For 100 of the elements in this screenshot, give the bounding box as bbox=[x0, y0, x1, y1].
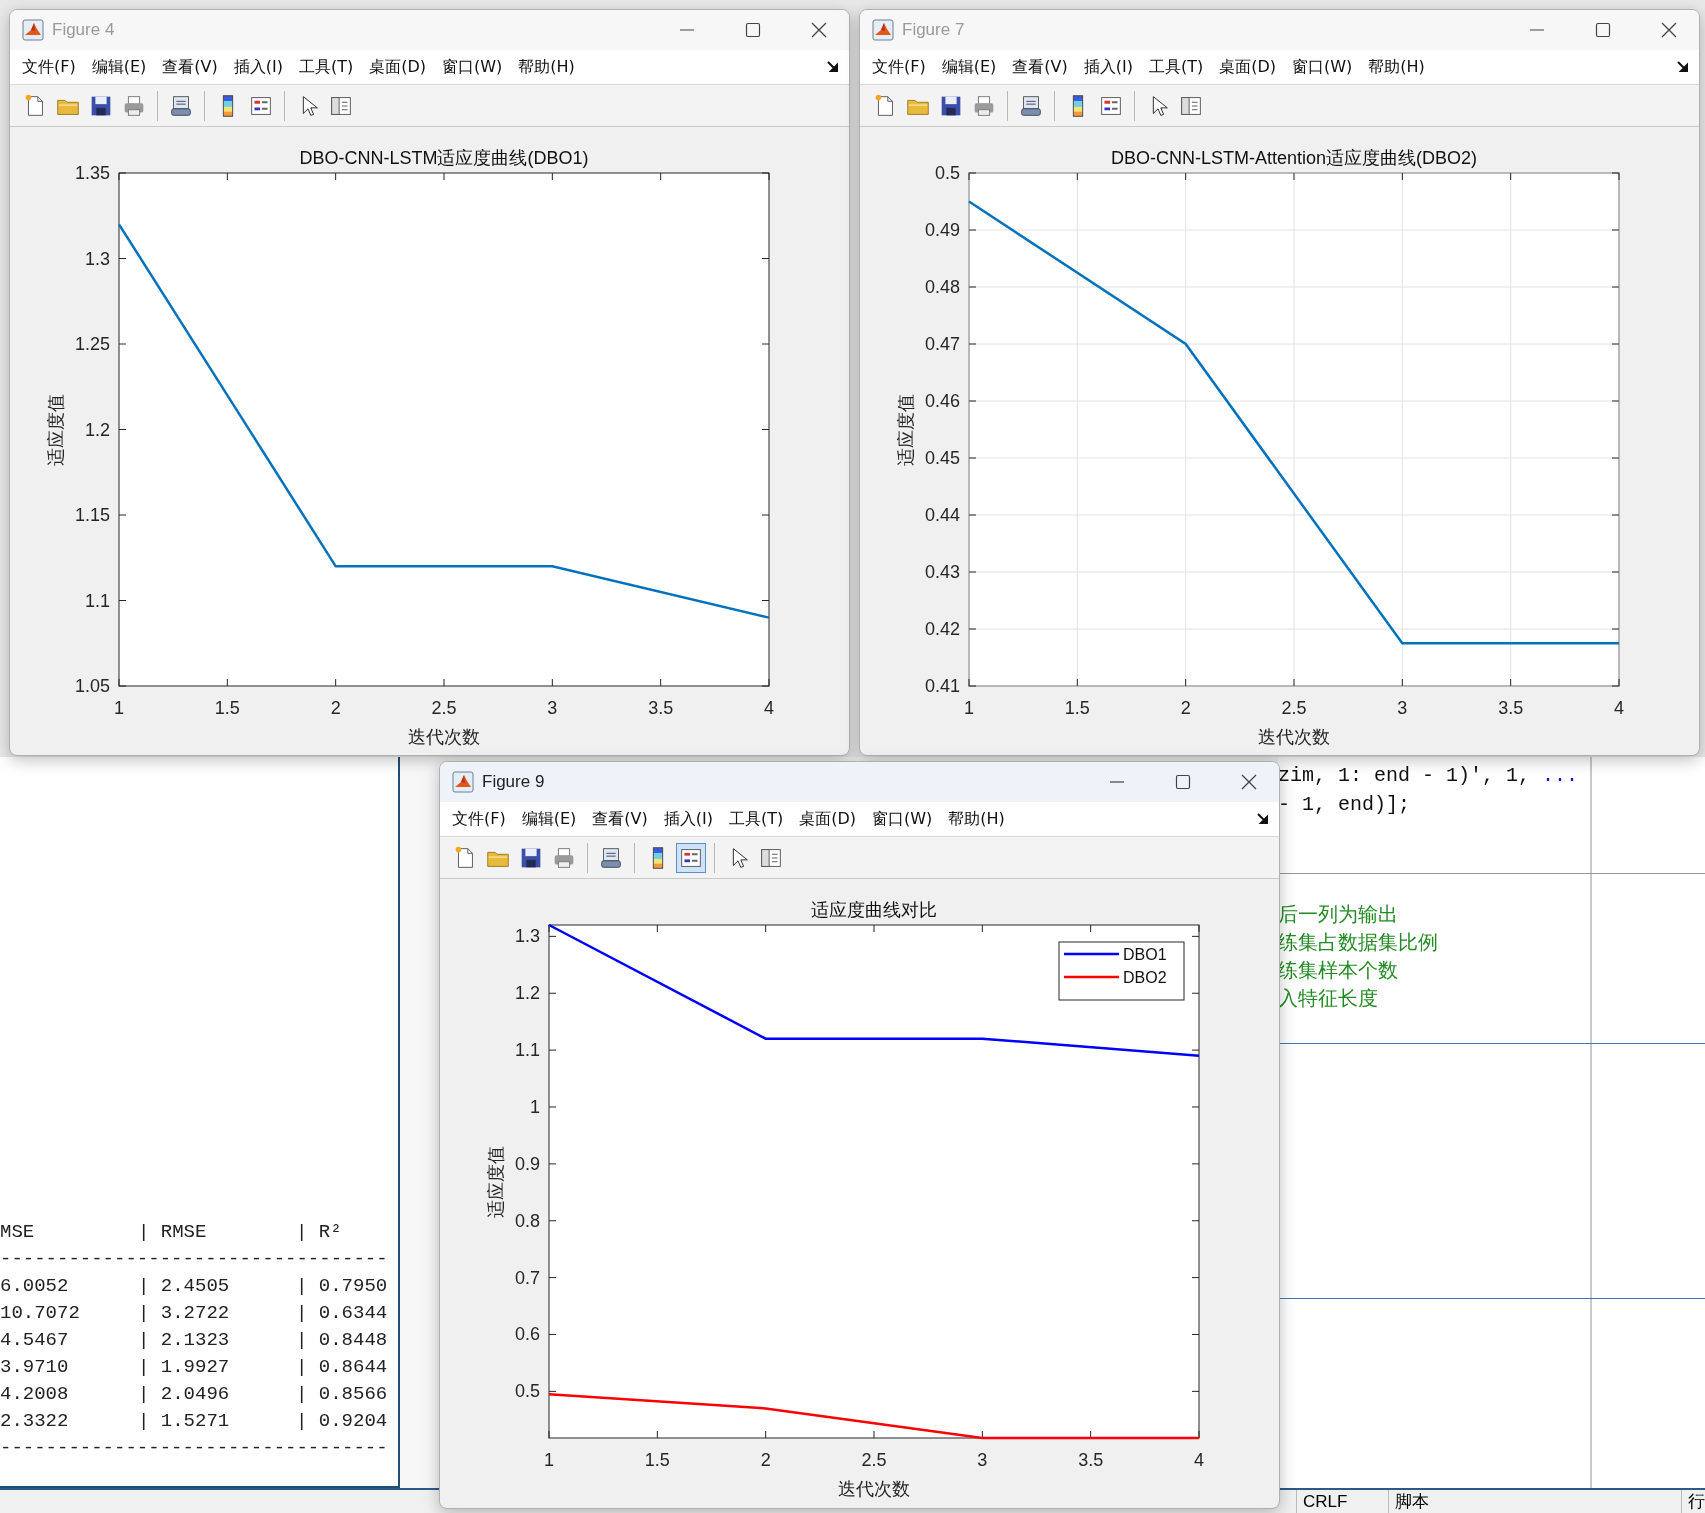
close-icon[interactable] bbox=[1241, 774, 1257, 790]
tick-label: 1.2 bbox=[84, 419, 110, 440]
tick-label: 1 bbox=[114, 698, 124, 718]
tick-label: 0.46 bbox=[924, 391, 960, 411]
tick-label: 0.5 bbox=[934, 163, 960, 183]
menu-item[interactable]: 窗口(W) bbox=[436, 54, 509, 80]
menu-item[interactable]: 编辑(E) bbox=[85, 54, 153, 80]
window-title: Figure 9 bbox=[482, 772, 545, 792]
table-cell-text: | 0.6344 bbox=[296, 1301, 388, 1326]
menu-item[interactable]: 文件(F) bbox=[16, 54, 82, 80]
chart-title: DBO-CNN-LSTM-Attention适应度曲线(DBO2) bbox=[1111, 148, 1477, 168]
tick-label: 3.5 bbox=[1078, 1450, 1104, 1470]
app-icon bbox=[452, 771, 474, 793]
window-title: Figure 4 bbox=[52, 20, 115, 40]
tick-label: 0.8 bbox=[514, 1210, 540, 1231]
tick-label: 4 bbox=[764, 698, 774, 718]
maximize-icon[interactable] bbox=[1595, 22, 1611, 38]
tick-label: 2.5 bbox=[861, 1450, 887, 1470]
column-header: | RMSE bbox=[138, 1220, 207, 1245]
menu-item[interactable]: 插入(I) bbox=[227, 54, 289, 80]
dock-icon[interactable] bbox=[827, 61, 839, 73]
tick-label: 3.5 bbox=[648, 698, 674, 718]
table-cell-text: | 3.2722 bbox=[138, 1301, 230, 1326]
tick-label: 1.5 bbox=[1064, 698, 1090, 718]
separator-line: ---------------------------------- bbox=[0, 1436, 388, 1461]
tick-label: 0.9 bbox=[514, 1153, 540, 1174]
table-cell-text: | 0.9204 bbox=[296, 1409, 388, 1434]
dock-icon[interactable] bbox=[1677, 61, 1689, 73]
column-header: | R² bbox=[296, 1220, 342, 1245]
legend-label: DBO1 bbox=[1123, 945, 1167, 963]
menu-item[interactable]: 查看(V) bbox=[1006, 54, 1074, 80]
menu-item[interactable]: 桌面(D) bbox=[1213, 54, 1282, 80]
code-comment: 后一列为输出 bbox=[1278, 902, 1399, 927]
chart-title: DBO-CNN-LSTM适应度曲线(DBO1) bbox=[299, 148, 589, 168]
tick-label: 1.5 bbox=[214, 698, 240, 718]
tick-label: 0.7 bbox=[514, 1267, 540, 1288]
app-icon bbox=[872, 19, 894, 41]
menu-item[interactable]: 窗口(W) bbox=[1286, 54, 1359, 80]
menu-item[interactable]: 帮助(H) bbox=[942, 806, 1011, 832]
menu-item[interactable]: 工具(T) bbox=[722, 806, 790, 832]
tick-label: 3 bbox=[977, 1450, 988, 1470]
code-text: zim, 1: end - 1)', 1, bbox=[1278, 763, 1531, 789]
separator-line: ---------------------------------- bbox=[0, 1247, 388, 1272]
close-icon[interactable] bbox=[811, 22, 827, 38]
code-text: - 1, end)]; bbox=[1278, 792, 1411, 818]
axis-label: 适应度值 bbox=[44, 393, 66, 466]
tick-label: 1.2 bbox=[514, 983, 540, 1004]
menu-item[interactable]: 工具(T) bbox=[1142, 54, 1210, 80]
tick-label: 1.3 bbox=[84, 248, 110, 269]
table-cell-text: | 0.8644 bbox=[296, 1355, 388, 1380]
legend-icon[interactable] bbox=[676, 842, 706, 873]
axis-label: 适应度值 bbox=[485, 1145, 506, 1218]
window-title: Figure 7 bbox=[902, 20, 965, 40]
table-cell-text: 10.7072 bbox=[0, 1301, 80, 1326]
menu-item[interactable]: 插入(I) bbox=[1077, 54, 1139, 80]
maximize-icon[interactable] bbox=[745, 22, 761, 38]
tick-label: 0.43 bbox=[924, 562, 960, 582]
tick-label: 0.41 bbox=[924, 676, 960, 696]
table-cell-text: 3.9710 bbox=[0, 1355, 69, 1380]
status-field: 脚本 bbox=[1387, 1490, 1681, 1513]
menu-item[interactable]: 插入(I) bbox=[657, 806, 719, 832]
tick-label: 1 bbox=[544, 1450, 554, 1470]
tick-label: 2 bbox=[330, 698, 341, 718]
dock-icon[interactable] bbox=[1257, 813, 1269, 825]
menu-item[interactable]: 桌面(D) bbox=[363, 54, 432, 80]
axis-label: 迭代次数 bbox=[408, 725, 480, 747]
tick-label: 1.1 bbox=[84, 590, 110, 611]
tick-label: 2 bbox=[1180, 698, 1191, 718]
menu-item[interactable]: 编辑(E) bbox=[935, 54, 1003, 80]
table-cell-text: | 0.8448 bbox=[296, 1328, 388, 1353]
legend-label: DBO2 bbox=[1123, 968, 1167, 986]
menu-item[interactable]: 文件(F) bbox=[866, 54, 932, 80]
menu-item[interactable]: 桌面(D) bbox=[793, 806, 862, 832]
menu-item[interactable]: 帮助(H) bbox=[512, 54, 581, 80]
tick-label: 2 bbox=[760, 1450, 771, 1470]
close-icon[interactable] bbox=[1661, 22, 1677, 38]
menu-item[interactable]: 查看(V) bbox=[586, 806, 654, 832]
table-cell-text: | 2.0496 bbox=[138, 1382, 230, 1407]
column-header: MSE bbox=[0, 1220, 35, 1245]
menu-item[interactable]: 文件(F) bbox=[446, 806, 512, 832]
tick-label: 4 bbox=[1614, 698, 1624, 718]
tick-label: 2.5 bbox=[431, 698, 457, 718]
menu-item[interactable]: 帮助(H) bbox=[1362, 54, 1431, 80]
tick-label: 0.45 bbox=[924, 448, 960, 468]
axis-label: 适应度值 bbox=[894, 393, 916, 466]
tick-label: 0.44 bbox=[924, 505, 960, 525]
menu-item[interactable]: 工具(T) bbox=[292, 54, 360, 80]
tick-label: 0.47 bbox=[924, 334, 960, 354]
table-cell-text: | 1.5271 bbox=[138, 1409, 230, 1434]
continuation-mark: ... bbox=[1542, 763, 1579, 789]
menu-item[interactable]: 编辑(E) bbox=[515, 806, 583, 832]
table-cell-text: | 0.7950 bbox=[296, 1274, 388, 1299]
menu-item[interactable]: 查看(V) bbox=[156, 54, 224, 80]
maximize-icon[interactable] bbox=[1175, 774, 1191, 790]
table-cell-text: 2.3322 bbox=[0, 1409, 69, 1434]
status-field: CRLF bbox=[1296, 1490, 1388, 1513]
tick-label: 3.5 bbox=[1498, 698, 1524, 718]
chart-title: 适应度曲线对比 bbox=[811, 900, 937, 920]
tick-label: 0.48 bbox=[924, 277, 960, 297]
menu-item[interactable]: 窗口(W) bbox=[866, 806, 939, 832]
